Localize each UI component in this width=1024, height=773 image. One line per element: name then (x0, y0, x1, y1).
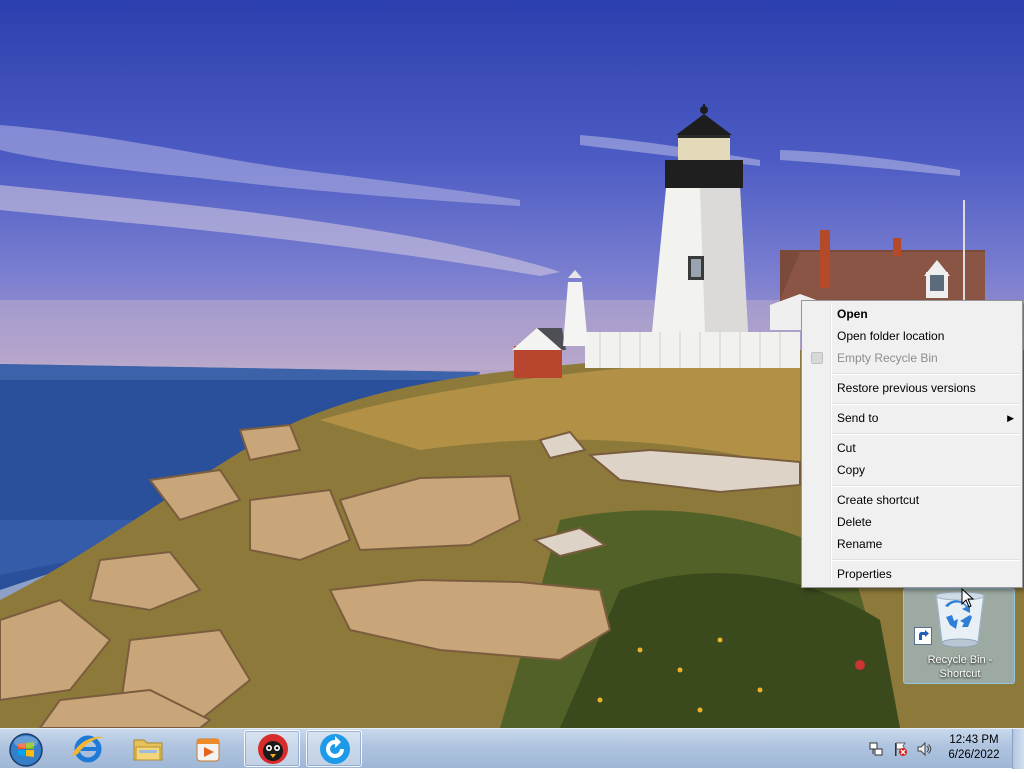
taskbar-file-explorer-button[interactable] (120, 730, 176, 767)
shortcut-arrow-icon (914, 627, 932, 645)
menu-item-properties[interactable]: Properties (804, 563, 1020, 585)
show-desktop-button[interactable] (1012, 729, 1024, 769)
clock-date: 6/26/2022 (948, 749, 1000, 761)
recycle-bin-shortcut-icon[interactable]: Recycle Bin - Shortcut (903, 588, 1015, 684)
menu-item-label: Open (837, 307, 868, 321)
menu-item-label: Properties (837, 567, 892, 581)
start-button[interactable] (5, 731, 45, 767)
menu-item-restore-previous-versions[interactable]: Restore previous versions (804, 377, 1020, 399)
system-clock[interactable]: 12:43 PM 6/26/2022 (934, 733, 1014, 763)
recycle-bin-icon (935, 591, 985, 648)
menu-item-label: Rename (837, 537, 883, 551)
recycle-bin-small-icon (811, 352, 823, 364)
windows-orb-icon (9, 733, 43, 767)
mouse-cursor-icon (961, 588, 975, 608)
menu-item-cut[interactable]: Cut (804, 437, 1020, 459)
volume-icon[interactable] (916, 741, 932, 757)
file-explorer-icon (133, 739, 163, 761)
taskbar-media-player-button[interactable] (180, 730, 236, 767)
menu-item-send-to[interactable]: Send to ▶ (804, 407, 1020, 429)
submenu-arrow-icon: ▶ (1007, 413, 1014, 423)
taskbar-internet-explorer-button[interactable] (60, 730, 116, 767)
clock-time: 12:43 PM (949, 734, 999, 746)
taskbar: 12:43 PM 6/26/2022 (0, 728, 1024, 769)
menu-item-label: Restore previous versions (837, 381, 976, 395)
menu-item-label: Send to (837, 411, 879, 425)
menu-item-open-folder-location[interactable]: Open folder location (804, 325, 1020, 347)
menu-separator (832, 433, 1020, 435)
menu-item-label: Copy (837, 463, 866, 477)
menu-separator (832, 403, 1020, 405)
menu-item-open[interactable]: Open (804, 303, 1020, 325)
taskbar-blue-refresh-app-button[interactable] (306, 730, 362, 767)
menu-item-label: Empty Recycle Bin (837, 351, 938, 365)
taskbar-bird-app-button[interactable] (244, 730, 300, 767)
menu-item-label: Open folder location (837, 329, 945, 343)
menu-item-rename[interactable]: Rename (804, 533, 1020, 555)
menu-item-label: Delete (837, 515, 872, 529)
menu-item-create-shortcut[interactable]: Create shortcut (804, 489, 1020, 511)
menu-separator (832, 485, 1020, 487)
network-icon[interactable] (868, 741, 884, 757)
action-center-flag-icon[interactable] (892, 741, 908, 757)
menu-separator (832, 559, 1020, 561)
blue-refresh-app-icon (320, 734, 350, 764)
internet-explorer-icon (72, 735, 104, 763)
menu-item-copy[interactable]: Copy (804, 459, 1020, 481)
menu-item-empty-recycle-bin[interactable]: Empty Recycle Bin (804, 347, 1020, 369)
desktop-icon-label: Recycle Bin - Shortcut (927, 654, 993, 680)
menu-item-label: Create shortcut (837, 493, 920, 507)
media-player-icon (196, 738, 220, 762)
bird-app-icon (258, 734, 288, 764)
menu-separator (832, 373, 1020, 375)
context-menu: Open Open folder location Empty Recycle … (801, 300, 1023, 588)
menu-item-delete[interactable]: Delete (804, 511, 1020, 533)
menu-item-label: Cut (837, 441, 856, 455)
